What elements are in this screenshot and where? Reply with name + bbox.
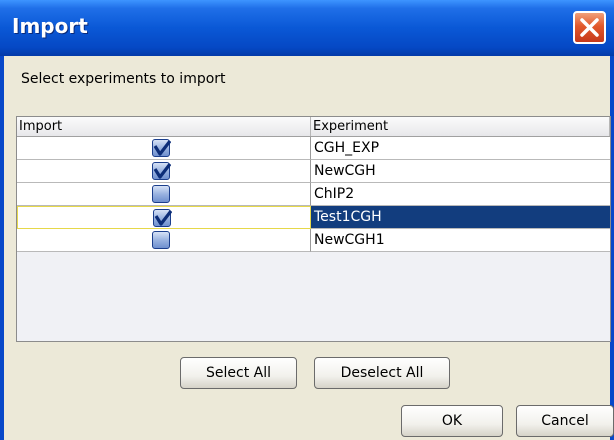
import-cell xyxy=(17,206,311,229)
import-cell xyxy=(17,137,311,160)
table-row[interactable]: NewCGH xyxy=(17,160,610,183)
checkmark-icon xyxy=(153,163,171,179)
import-cell xyxy=(17,229,311,252)
table-row[interactable]: Test1CGH xyxy=(17,206,610,229)
table-row[interactable]: NewCGH1 xyxy=(17,229,610,252)
import-checkbox[interactable] xyxy=(153,209,172,227)
column-header-experiment[interactable]: Experiment xyxy=(311,117,610,136)
table-row[interactable]: CGH_EXP xyxy=(17,137,610,160)
import-checkbox[interactable] xyxy=(152,162,171,180)
checkmark-icon xyxy=(154,210,172,226)
experiment-cell[interactable]: NewCGH1 xyxy=(311,229,610,252)
close-button[interactable] xyxy=(573,11,606,44)
close-icon xyxy=(580,18,599,37)
checkmark-icon xyxy=(153,140,171,156)
experiment-cell[interactable]: Test1CGH xyxy=(311,206,610,229)
column-header-import[interactable]: Import xyxy=(17,117,311,136)
deselect-all-button[interactable]: Deselect All xyxy=(314,357,450,389)
table-header: Import Experiment xyxy=(17,117,610,137)
title-bar: Import xyxy=(0,0,614,56)
experiment-cell[interactable]: ChIP2 xyxy=(311,183,610,206)
experiments-table: Import Experiment CGH_EXP NewCGH ChIP2 T… xyxy=(16,116,611,342)
experiment-cell[interactable]: NewCGH xyxy=(311,160,610,183)
import-checkbox[interactable] xyxy=(152,139,171,157)
ok-button[interactable]: OK xyxy=(401,405,503,437)
select-all-button[interactable]: Select All xyxy=(180,357,297,389)
cancel-button[interactable]: Cancel xyxy=(516,405,614,437)
window-title: Import xyxy=(12,14,88,38)
instruction-label: Select experiments to import xyxy=(21,71,226,87)
experiment-cell[interactable]: CGH_EXP xyxy=(311,137,610,160)
import-cell xyxy=(17,160,311,183)
table-row[interactable]: ChIP2 xyxy=(17,183,610,206)
import-checkbox[interactable] xyxy=(152,185,170,203)
import-cell xyxy=(17,183,311,206)
import-checkbox[interactable] xyxy=(152,231,170,249)
